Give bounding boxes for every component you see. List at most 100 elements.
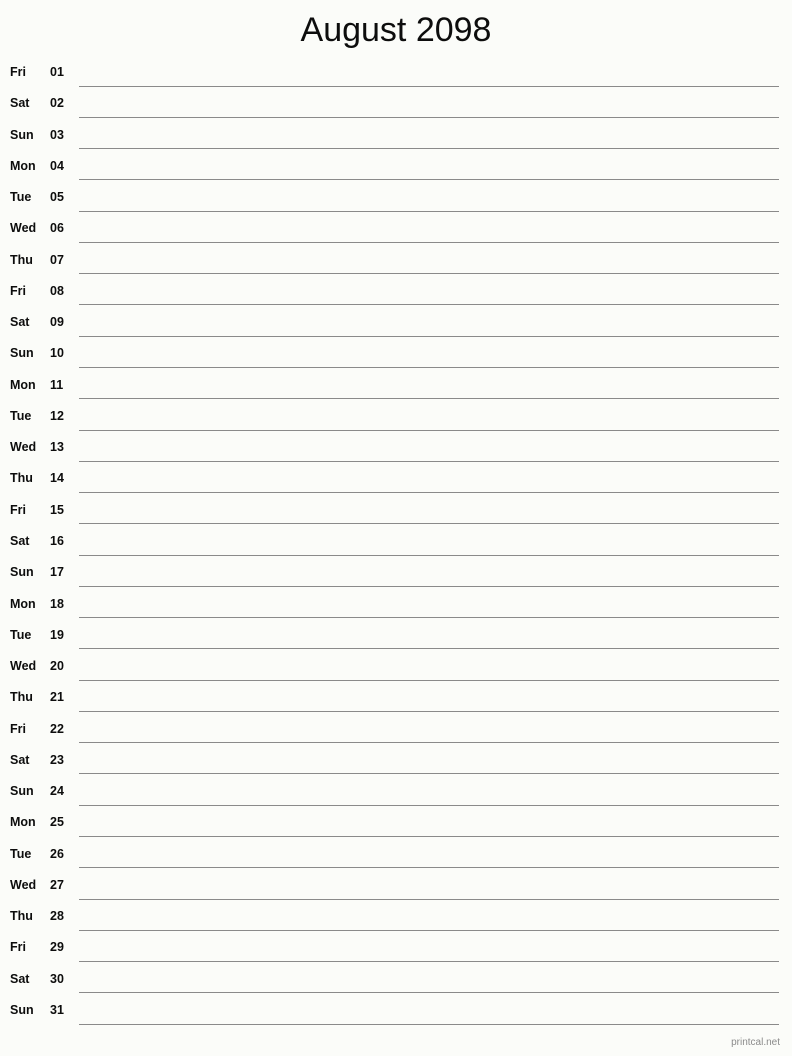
day-weekday-label: Sun — [10, 127, 34, 142]
day-writing-rule[interactable] — [79, 585, 779, 587]
day-writing-rule[interactable] — [79, 867, 779, 869]
day-writing-rule[interactable] — [79, 429, 779, 431]
day-row: Sat 16 — [0, 529, 792, 560]
day-number-label: 19 — [50, 627, 64, 642]
day-weekday-label: Wed — [10, 221, 37, 236]
calendar-page: August 2098 Fri 01 Sat 02 Sun 03 Mon 04 Tue 05 Wed… — [0, 0, 792, 1056]
day-number-label: 02 — [50, 96, 64, 111]
day-writing-rule[interactable] — [79, 116, 779, 118]
day-number-label: 25 — [50, 815, 64, 830]
day-weekday-label: Sat — [10, 96, 30, 111]
day-writing-rule[interactable] — [79, 460, 779, 462]
day-number-label: 30 — [50, 971, 64, 986]
day-writing-rule[interactable] — [79, 929, 779, 931]
day-writing-rule[interactable] — [79, 148, 779, 150]
day-row: Sat 09 — [0, 310, 792, 341]
day-number-label: 26 — [50, 846, 64, 861]
day-number-label: 13 — [50, 440, 64, 455]
day-row: Fri 01 — [0, 60, 792, 91]
day-writing-rule[interactable] — [79, 773, 779, 775]
day-writing-rule[interactable] — [79, 335, 779, 337]
day-row: Fri 08 — [0, 279, 792, 310]
day-number-label: 24 — [50, 784, 64, 799]
day-row: Fri 15 — [0, 498, 792, 529]
day-writing-rule[interactable] — [79, 241, 779, 243]
day-number-label: 17 — [50, 565, 64, 580]
day-weekday-label: Thu — [10, 471, 33, 486]
day-writing-rule[interactable] — [79, 742, 779, 744]
day-number-label: 23 — [50, 752, 64, 767]
day-writing-rule[interactable] — [79, 679, 779, 681]
day-weekday-label: Sun — [10, 346, 34, 361]
day-row: Tue 12 — [0, 404, 792, 435]
day-weekday-label: Wed — [10, 659, 37, 674]
day-number-label: 27 — [50, 877, 64, 892]
day-row: Mon 04 — [0, 154, 792, 185]
day-row: Mon 25 — [0, 810, 792, 841]
day-writing-rule[interactable] — [79, 273, 779, 275]
day-writing-rule[interactable] — [79, 85, 779, 87]
day-row: Tue 19 — [0, 623, 792, 654]
day-number-label: 03 — [50, 127, 64, 142]
day-row: Sun 17 — [0, 560, 792, 591]
day-row: Wed 20 — [0, 654, 792, 685]
day-writing-rule[interactable] — [79, 492, 779, 494]
day-number-label: 10 — [50, 346, 64, 361]
day-weekday-label: Tue — [10, 846, 32, 861]
day-weekday-label: Mon — [10, 596, 36, 611]
day-weekday-label: Sat — [10, 533, 30, 548]
day-number-label: 01 — [50, 65, 64, 79]
day-writing-rule[interactable] — [79, 710, 779, 712]
day-weekday-label: Thu — [10, 252, 33, 267]
day-writing-rule[interactable] — [79, 523, 779, 525]
day-weekday-label: Fri — [10, 65, 26, 79]
day-weekday-label: Sat — [10, 315, 30, 330]
day-number-label: 12 — [50, 408, 64, 423]
day-number-label: 06 — [50, 221, 64, 236]
day-writing-rule[interactable] — [79, 648, 779, 650]
day-writing-rule[interactable] — [79, 554, 779, 556]
day-number-label: 18 — [50, 596, 64, 611]
day-weekday-label: Fri — [10, 502, 26, 517]
day-number-label: 09 — [50, 315, 64, 330]
day-row: Thu 07 — [0, 248, 792, 279]
day-writing-rule[interactable] — [79, 179, 779, 181]
day-row: Sat 02 — [0, 91, 792, 122]
day-weekday-label: Thu — [10, 909, 33, 924]
day-row: Sun 10 — [0, 341, 792, 372]
day-writing-rule[interactable] — [79, 304, 779, 306]
day-writing-rule[interactable] — [79, 366, 779, 368]
day-row: Thu 21 — [0, 685, 792, 716]
day-number-label: 14 — [50, 471, 64, 486]
day-row: Wed 13 — [0, 435, 792, 466]
day-number-label: 31 — [50, 1002, 64, 1017]
day-number-label: 08 — [50, 283, 64, 298]
day-writing-rule[interactable] — [79, 210, 779, 212]
day-row: Sun 03 — [0, 123, 792, 154]
footer-brand: printcal.net — [731, 1037, 780, 1048]
day-weekday-label: Sun — [10, 784, 34, 799]
day-weekday-label: Fri — [10, 940, 26, 955]
day-row-list: Fri 01 Sat 02 Sun 03 Mon 04 Tue 05 Wed 06 Thu 07 Fri 08… — [0, 60, 792, 1029]
day-writing-rule[interactable] — [79, 992, 779, 994]
day-writing-rule[interactable] — [79, 398, 779, 400]
day-weekday-label: Tue — [10, 190, 32, 205]
day-weekday-label: Sun — [10, 565, 34, 580]
day-weekday-label: Fri — [10, 283, 26, 298]
day-weekday-label: Thu — [10, 690, 33, 705]
day-writing-rule[interactable] — [79, 1023, 779, 1025]
day-number-label: 15 — [50, 502, 64, 517]
day-writing-rule[interactable] — [79, 617, 779, 619]
day-row: Sun 31 — [0, 998, 792, 1029]
day-row: Thu 14 — [0, 466, 792, 497]
day-number-label: 22 — [50, 721, 64, 736]
day-row: Sat 23 — [0, 748, 792, 779]
day-weekday-label: Tue — [10, 408, 32, 423]
day-weekday-label: Sat — [10, 752, 30, 767]
day-writing-rule[interactable] — [79, 961, 779, 963]
day-writing-rule[interactable] — [79, 898, 779, 900]
day-writing-rule[interactable] — [79, 835, 779, 837]
day-writing-rule[interactable] — [79, 804, 779, 806]
day-weekday-label: Sat — [10, 971, 30, 986]
day-weekday-label: Sun — [10, 1002, 34, 1017]
